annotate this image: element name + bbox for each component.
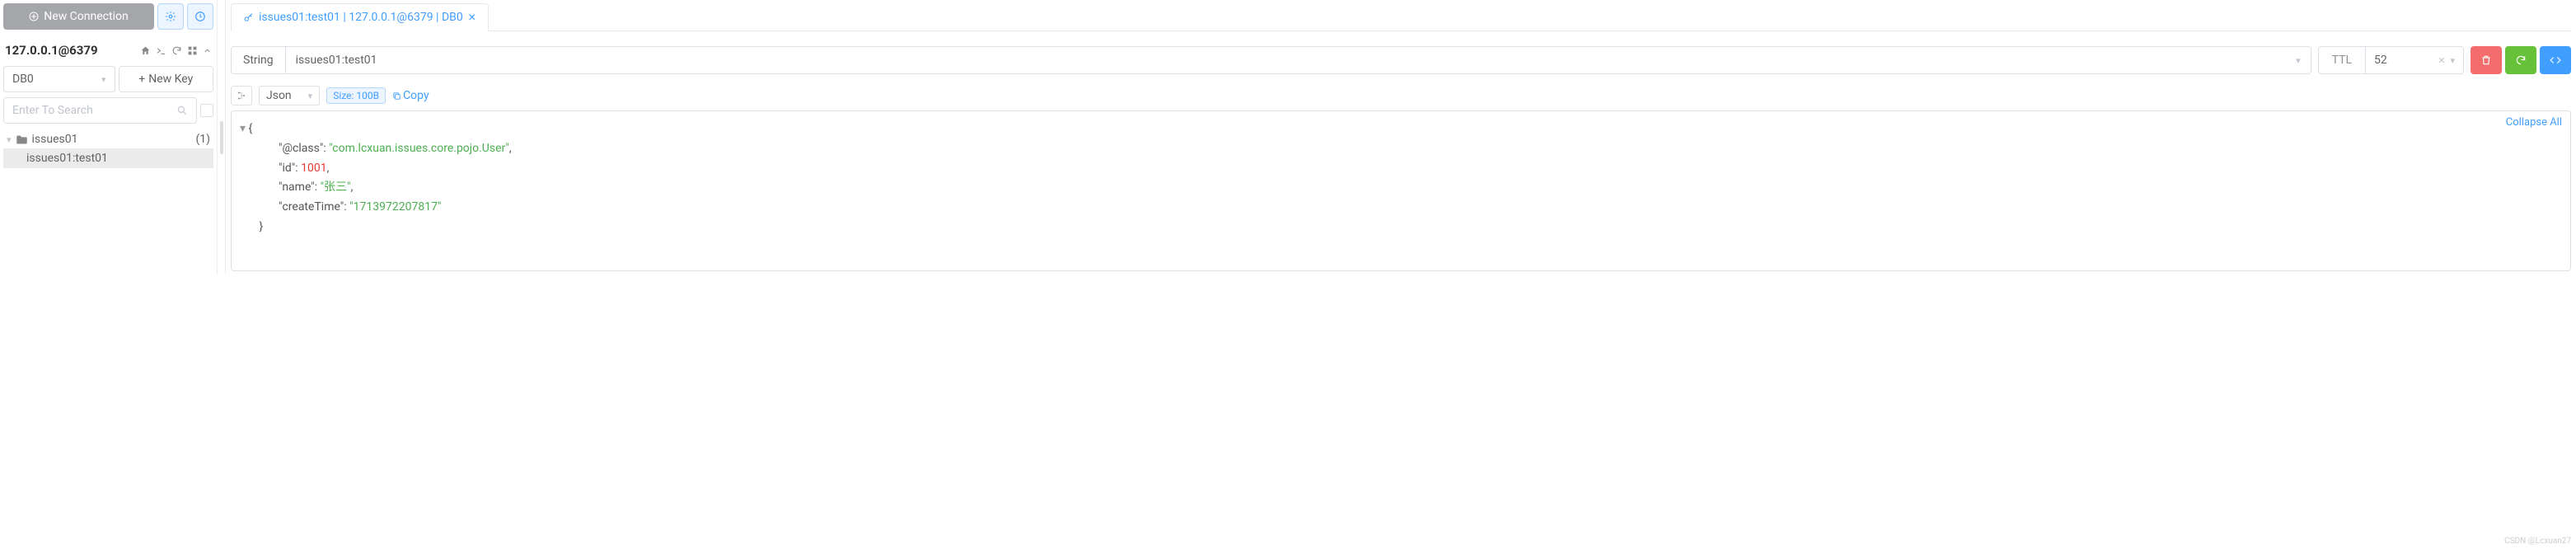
new-connection-button[interactable]: New Connection	[3, 3, 154, 30]
json-content[interactable]: ▾ { "@class": "com.lcxuan.issues.core.po…	[240, 120, 2562, 237]
ttl-value: 52	[2374, 54, 2387, 67]
search-icon	[176, 105, 188, 116]
clock-icon	[194, 11, 206, 22]
type-label: String	[243, 54, 274, 67]
collapse-all-button[interactable]: Collapse All	[2506, 116, 2562, 129]
json-string: "com.lcxuan.issues.core.pojo.User"	[329, 142, 509, 155]
tab-bar: issues01:test01 | 127.0.0.1@6379 | DB0 ✕	[231, 3, 2571, 31]
ttl-group: TTL 52 ✕ ▾	[2318, 46, 2464, 74]
json-key: "@class"	[279, 142, 323, 155]
code-icon	[2550, 54, 2561, 66]
search-row: Enter To Search	[3, 97, 213, 124]
clear-icon[interactable]: ✕	[2438, 55, 2445, 66]
tree-icon	[237, 91, 246, 101]
ttl-input[interactable]: 52 ✕ ▾	[2365, 46, 2464, 74]
new-key-button[interactable]: + New Key	[119, 66, 214, 92]
sidebar: New Connection 127.0.0.1@6379 DB0 ▾	[0, 0, 218, 274]
json-key: "name"	[279, 181, 315, 194]
refresh-icon	[2515, 54, 2527, 66]
key-name-value: issues01:test01	[296, 54, 377, 67]
settings-button[interactable]	[157, 3, 184, 30]
chevron-down-icon: ▾	[2296, 55, 2301, 66]
json-key: "id"	[279, 162, 295, 175]
home-icon[interactable]	[140, 45, 151, 56]
format-label: Json	[266, 89, 292, 102]
json-string: "1713972207817"	[349, 200, 441, 214]
chevron-down-icon: ▾	[308, 91, 313, 101]
chevron-down-icon: ▾	[2450, 55, 2455, 66]
search-placeholder: Enter To Search	[12, 104, 93, 117]
json-number: 1001	[301, 162, 326, 175]
db-select[interactable]: DB0 ▾	[3, 66, 115, 92]
db-select-label: DB0	[12, 73, 34, 86]
db-row: DB0 ▾ + New Key	[3, 66, 213, 92]
delete-button[interactable]	[2471, 46, 2502, 74]
tree-folder[interactable]: ▾ issues01 (1)	[3, 130, 213, 148]
connection-title: 127.0.0.1@6379	[5, 43, 98, 58]
gear-icon	[165, 11, 176, 22]
ttl-label: TTL	[2318, 46, 2365, 74]
key-controls: String issues01:test01 ▾ TTL 52 ✕ ▾	[231, 46, 2571, 74]
chevron-down-icon: ▾	[101, 74, 106, 85]
sidebar-top-row: New Connection	[3, 3, 213, 30]
tree-key-label: issues01:test01	[26, 152, 108, 165]
plus-icon	[29, 12, 39, 21]
trash-icon	[2480, 54, 2492, 66]
format-row: Json ▾ Size: 100B Copy	[231, 86, 2571, 106]
caret-down-icon[interactable]: ▾	[240, 122, 249, 135]
chevron-down-icon: ▾	[7, 134, 12, 145]
tab-active[interactable]: issues01:test01 | 127.0.0.1@6379 | DB0 ✕	[231, 3, 489, 31]
type-select[interactable]: String	[231, 46, 285, 74]
new-key-label: New Key	[148, 73, 193, 86]
terminal-icon[interactable]	[156, 45, 166, 56]
json-string: "张三"	[321, 181, 351, 194]
new-connection-label: New Connection	[44, 10, 128, 23]
collapse-icon[interactable]	[203, 45, 212, 56]
key-name-input[interactable]: issues01:test01 ▾	[285, 46, 2311, 74]
refresh-icon[interactable]	[171, 45, 182, 56]
splitter-handle-icon	[220, 121, 223, 154]
close-icon[interactable]: ✕	[468, 12, 476, 23]
tree-key-item[interactable]: issues01:test01	[3, 148, 213, 168]
json-viewer: Collapse All ▾ { "@class": "com.lcxuan.i…	[231, 110, 2571, 271]
main-pane: issues01:test01 | 127.0.0.1@6379 | DB0 ✕…	[226, 0, 2576, 274]
log-button[interactable]	[187, 3, 213, 30]
connection-toolbar	[140, 45, 212, 56]
search-input[interactable]: Enter To Search	[3, 97, 197, 124]
code-button[interactable]	[2540, 46, 2571, 74]
key-icon	[243, 12, 254, 23]
size-badge: Size: 100B	[326, 87, 386, 104]
folder-label: issues01	[32, 133, 78, 146]
copy-label: Copy	[403, 89, 429, 102]
connection-header: 127.0.0.1@6379	[3, 41, 213, 66]
key-tree: ▾ issues01 (1) issues01:test01	[3, 130, 213, 168]
tab-label: issues01:test01 | 127.0.0.1@6379 | DB0	[259, 11, 463, 24]
copy-button[interactable]: Copy	[392, 89, 429, 102]
copy-icon	[392, 92, 401, 101]
refresh-button[interactable]	[2505, 46, 2536, 74]
plus-icon: +	[138, 73, 145, 86]
json-key: "createTime"	[279, 200, 344, 214]
grid-icon[interactable]	[187, 45, 198, 56]
action-buttons	[2471, 46, 2571, 74]
folder-icon	[16, 134, 28, 145]
folder-count: (1)	[195, 133, 210, 146]
tree-view-button[interactable]	[231, 86, 252, 106]
format-select[interactable]: Json ▾	[259, 86, 320, 106]
pane-splitter[interactable]	[218, 0, 226, 274]
exact-match-checkbox[interactable]	[200, 104, 213, 117]
watermark: CSDN @Lcxuan27	[2504, 537, 2571, 546]
